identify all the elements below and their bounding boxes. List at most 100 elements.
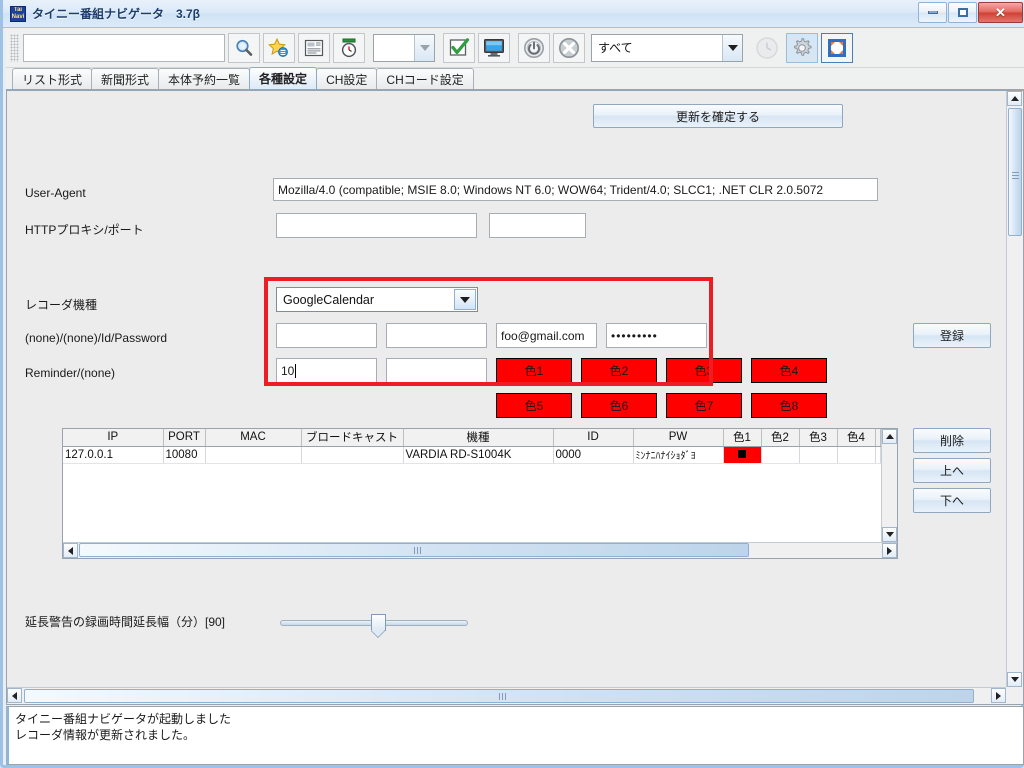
col-mac[interactable]: MAC	[205, 429, 302, 447]
toolbar: すべて	[6, 28, 1024, 68]
col-model[interactable]: 機種	[403, 429, 554, 447]
extension-slider-thumb[interactable]	[371, 614, 386, 631]
color-button-2[interactable]: 色2	[581, 358, 657, 383]
cell-color3[interactable]	[799, 446, 838, 464]
col-pw[interactable]: PW	[633, 429, 724, 447]
col-color3[interactable]: 色3	[799, 429, 838, 447]
recorder-grid[interactable]: IP PORT MAC ブロードキャスト 機種 ID PW 色1 色2 色3 色…	[63, 429, 881, 464]
panel-horizontal-scrollbar[interactable]	[7, 687, 1006, 704]
search-icon[interactable]	[228, 32, 260, 63]
chevron-down-icon[interactable]	[414, 34, 434, 61]
user-agent-input[interactable]: Mozilla/4.0 (compatible; MSIE 8.0; Windo…	[273, 178, 878, 201]
tab-strip: リスト形式 新聞形式 本体予約一覧 各種設定 CH設定 CHコード設定	[6, 67, 1024, 90]
favorite-star-icon[interactable]	[263, 32, 295, 63]
minimize-button[interactable]	[918, 2, 947, 23]
cell-model[interactable]: VARDIA RD-S1004K	[403, 446, 554, 464]
register-button[interactable]: 登録	[913, 323, 991, 348]
tab-newspaper-format[interactable]: 新聞形式	[91, 68, 160, 89]
filter-combo[interactable]: すべて	[591, 33, 743, 62]
color-button-7[interactable]: 色7	[666, 393, 742, 418]
check-icon[interactable]	[443, 32, 475, 63]
color-button-6[interactable]: 色6	[581, 393, 657, 418]
credential-id-input[interactable]: foo@gmail.com	[496, 323, 597, 348]
maximize-button[interactable]	[948, 2, 977, 23]
col-broadcast[interactable]: ブロードキャスト	[301, 429, 404, 447]
color-button-1-label: 色1	[524, 364, 544, 378]
table-scroll-left-button[interactable]	[63, 543, 78, 558]
reminder-input[interactable]: 10	[276, 358, 377, 383]
cell-port[interactable]: 10080	[163, 446, 206, 464]
recorder-table[interactable]: IP PORT MAC ブロードキャスト 機種 ID PW 色1 色2 色3 色…	[62, 428, 898, 559]
table-scroll-up-button[interactable]	[882, 429, 897, 444]
color-button-8[interactable]: 色8	[751, 393, 827, 418]
col-port[interactable]: PORT	[163, 429, 206, 447]
tab-label: CHコード設定	[386, 72, 464, 87]
newspaper-icon[interactable]	[298, 32, 330, 63]
col-color2[interactable]: 色2	[761, 429, 800, 447]
chevron-down-icon[interactable]	[454, 289, 476, 310]
tab-list-format[interactable]: リスト形式	[12, 68, 93, 89]
credential-field-1[interactable]	[276, 323, 377, 348]
panel-vertical-scrollbar[interactable]	[1006, 91, 1023, 687]
panel-scroll-right-button[interactable]	[991, 688, 1006, 703]
cell-broadcast[interactable]	[301, 446, 404, 464]
power-icon[interactable]	[518, 32, 550, 63]
panel-scroll-left-button[interactable]	[7, 688, 22, 703]
delete-button[interactable]: 削除	[913, 428, 991, 453]
status-line-1: タイニー番組ナビゲータが起動しました	[15, 712, 232, 726]
color-button-3[interactable]: 色3	[666, 358, 742, 383]
cell-color1-swatch[interactable]	[723, 446, 762, 464]
panel-scroll-down-button[interactable]	[1007, 672, 1022, 687]
cell-color4[interactable]	[837, 446, 876, 464]
cell-ip[interactable]: 127.0.0.1	[63, 446, 164, 464]
credential-password-input[interactable]: •••••••••	[606, 323, 707, 348]
fullscreen-icon[interactable]	[821, 32, 853, 63]
timer-icon[interactable]	[333, 32, 365, 63]
col-id[interactable]: ID	[553, 429, 634, 447]
clock-icon[interactable]	[751, 33, 783, 63]
cell-mac[interactable]	[205, 446, 302, 464]
col-color1[interactable]: 色1	[723, 429, 762, 447]
color-button-5[interactable]: 色5	[496, 393, 572, 418]
credential-field-2[interactable]	[386, 323, 487, 348]
tab-device-reservations[interactable]: 本体予約一覧	[158, 68, 251, 89]
panel-hscroll-thumb[interactable]	[24, 689, 974, 703]
tab-ch-code-settings[interactable]: CHコード設定	[376, 68, 474, 89]
table-header-row: IP PORT MAC ブロードキャスト 機種 ID PW 色1 色2 色3 色…	[63, 429, 881, 447]
table-horizontal-scrollbar[interactable]	[63, 542, 897, 558]
table-vertical-scrollbar[interactable]	[881, 429, 897, 542]
color-button-7-label: 色7	[694, 399, 714, 413]
panel-scroll-up-button[interactable]	[1007, 91, 1022, 106]
color-button-4[interactable]: 色4	[751, 358, 827, 383]
col-color4[interactable]: 色4	[837, 429, 876, 447]
panel-vscroll-thumb[interactable]	[1008, 108, 1022, 236]
gear-icon[interactable]	[786, 32, 818, 63]
move-down-button[interactable]: 下へ	[913, 488, 991, 513]
move-up-button-label: 上へ	[939, 464, 964, 478]
move-up-button[interactable]: 上へ	[913, 458, 991, 483]
tab-settings[interactable]: 各種設定	[249, 67, 318, 89]
commit-update-button[interactable]: 更新を確定する	[593, 104, 843, 128]
color-button-1[interactable]: 色1	[496, 358, 572, 383]
table-row[interactable]: 127.0.0.1 10080 VARDIA RD-S1004K 0000 ﾐﾝ…	[63, 446, 881, 464]
color-button-6-label: 色6	[609, 399, 629, 413]
cell-pw[interactable]: ﾐﾝﾅﾆﾊﾅｲｼｮﾀﾞﾖ	[633, 446, 724, 464]
proxy-host-input[interactable]	[276, 213, 477, 238]
cell-color2[interactable]	[761, 446, 800, 464]
table-hscroll-thumb[interactable]	[79, 543, 749, 557]
col-ip[interactable]: IP	[63, 429, 164, 447]
proxy-port-input[interactable]	[489, 213, 586, 238]
search-input[interactable]	[23, 33, 225, 62]
cancel-icon[interactable]	[553, 32, 585, 63]
close-button[interactable]: ✕	[978, 2, 1023, 23]
monitor-icon[interactable]	[478, 32, 510, 63]
toolbar-small-combo[interactable]	[373, 33, 435, 62]
reminder-field-2[interactable]	[386, 358, 487, 383]
cell-id[interactable]: 0000	[553, 446, 634, 464]
toolbar-drag-handle[interactable]	[10, 33, 19, 62]
chevron-down-icon[interactable]	[722, 34, 742, 61]
recorder-model-combo[interactable]: GoogleCalendar	[276, 287, 478, 312]
table-scroll-right-button[interactable]	[882, 543, 897, 558]
table-scroll-down-button[interactable]	[882, 527, 897, 542]
tab-ch-settings[interactable]: CH設定	[316, 68, 378, 89]
